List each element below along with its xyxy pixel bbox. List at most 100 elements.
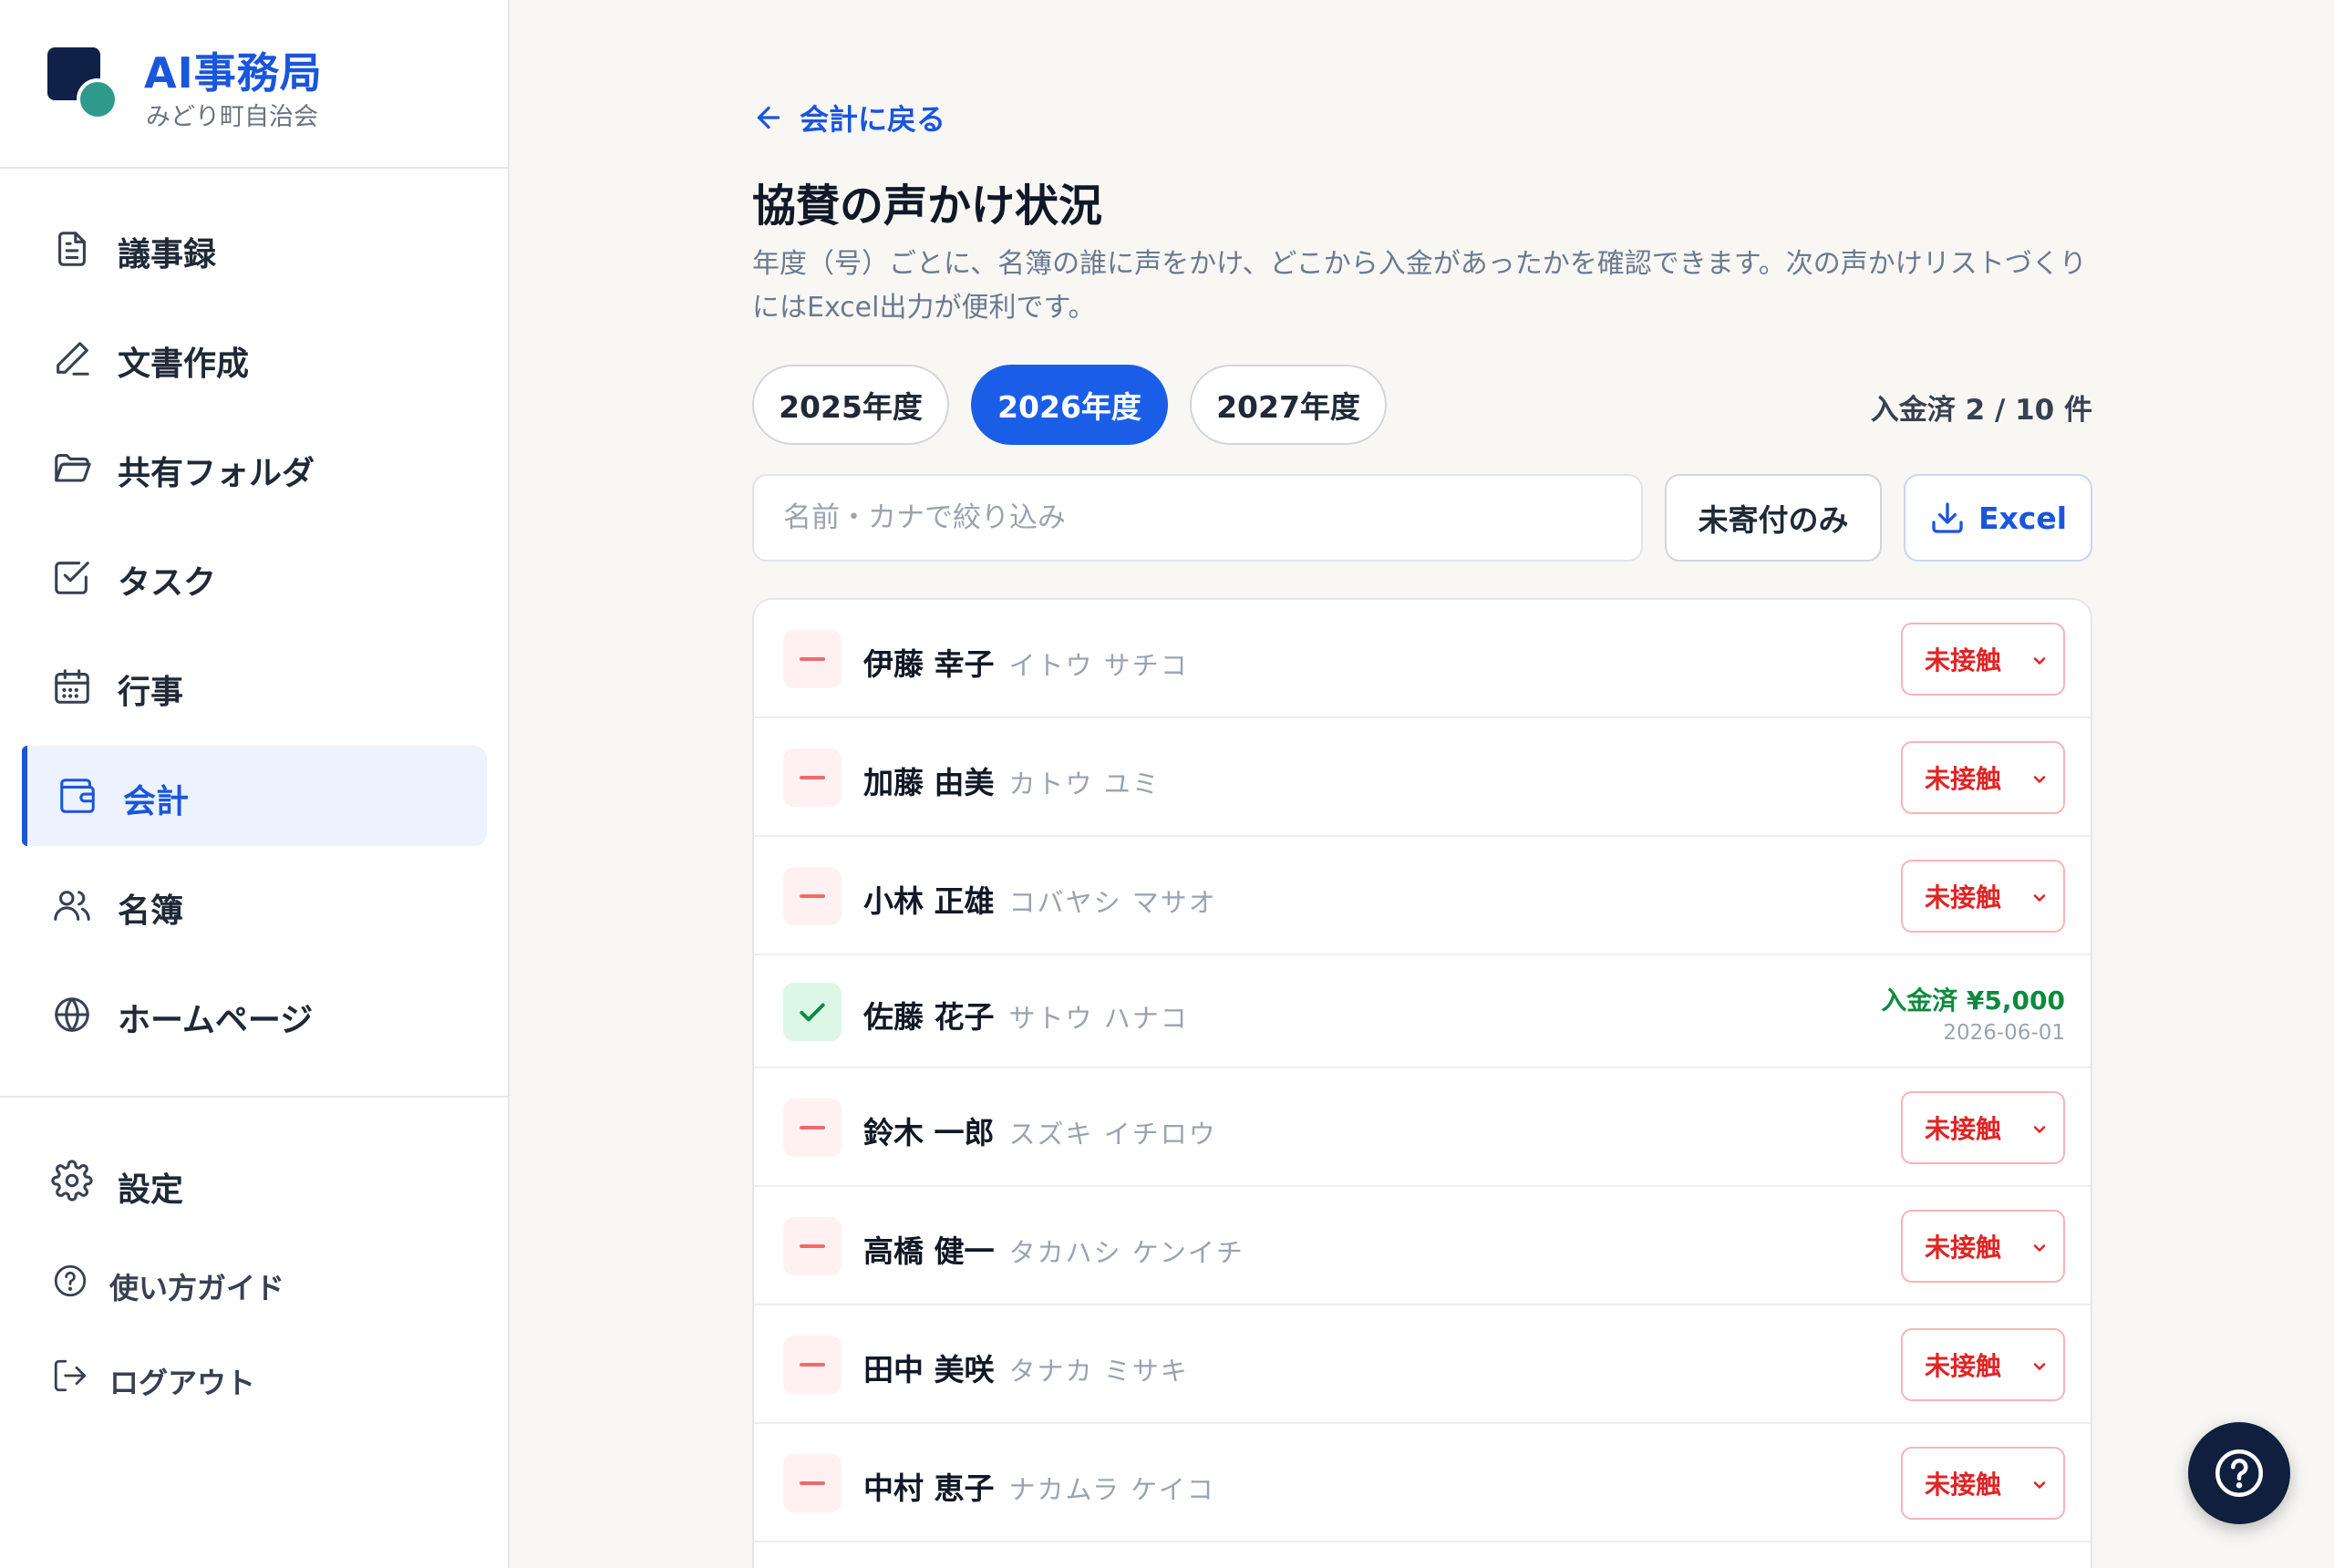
help-circle-icon	[54, 1264, 87, 1297]
member-kana: スズキ イチロウ	[1008, 1119, 1217, 1150]
sidebar-item-minutes[interactable]: 議事録	[22, 199, 487, 299]
list-item: 加藤 由美 カトウ ユミ 未接触	[754, 718, 2091, 837]
not-contacted-icon	[783, 1099, 842, 1157]
search-input[interactable]	[752, 474, 1643, 562]
member-name: 田中 美咲	[863, 1352, 995, 1387]
member-name: 高橋 健一	[863, 1233, 995, 1269]
list-item: 鈴木 一郎 スズキ イチロウ 未接触	[754, 1068, 2091, 1187]
paid-count: 入金済 2 / 10 件	[1870, 394, 2092, 427]
chevron-down-icon	[2033, 1126, 2046, 1133]
chevron-down-icon	[2033, 1363, 2046, 1370]
status-select[interactable]: 未接触	[1901, 1210, 2065, 1283]
paid-date: 2026-06-01	[1943, 1021, 2065, 1045]
member-kana: タカハシ ケンイチ	[1008, 1237, 1244, 1268]
sidebar-item-accounting[interactable]: 会計	[22, 746, 487, 846]
sidebar-item-label: タスク	[118, 564, 217, 602]
sidebar-item-events[interactable]: 行事	[22, 636, 487, 737]
users-icon	[54, 891, 90, 921]
not-contacted-icon	[783, 1217, 842, 1275]
document-icon	[58, 232, 86, 266]
app-title: AI事務局	[144, 48, 323, 98]
sponsor-list: 伊藤 幸子 イトウ サチコ 未接触 加藤 由美 カトウ ユミ 未接触 小林 正雄 コバ…	[752, 598, 2092, 1568]
question-icon	[2215, 1449, 2263, 1497]
chevron-down-icon	[2033, 657, 2046, 665]
member-name: 中村 恵子	[863, 1470, 995, 1506]
member-name: 鈴木 一郎	[863, 1115, 995, 1150]
status-select-value: 未接触	[1925, 1351, 2002, 1381]
status-select-value: 未接触	[1925, 764, 2002, 794]
sidebar-item-tasks[interactable]: タスク	[22, 527, 487, 627]
status-select[interactable]: 未接触	[1901, 623, 2065, 696]
sidebar-item-label: 使い方ガイド	[109, 1271, 285, 1305]
sidebar-item-label: 共有フォルダ	[118, 455, 315, 492]
not-contacted-icon	[783, 1454, 842, 1512]
page-title: 協賛の声かけ状況	[752, 181, 1103, 232]
download-icon	[1932, 502, 1963, 533]
member-kana: ナカムラ ケイコ	[1008, 1474, 1215, 1505]
calendar-icon	[55, 669, 89, 704]
sidebar-item-label: 設定	[118, 1171, 184, 1209]
status-select[interactable]: 未接触	[1901, 860, 2065, 933]
page-description: 年度（号）ごとに、名簿の誰に声をかけ、どこから入金があったかを確認できます。次の…	[752, 248, 2087, 324]
list-item: 田中 美咲 タナカ ミサキ 未接触	[754, 1305, 2091, 1424]
sidebar-item-label: ログアウト	[109, 1366, 256, 1400]
sidebar-divider	[0, 1096, 508, 1098]
member-name: 佐藤 花子	[863, 999, 995, 1035]
app-logo	[47, 47, 120, 120]
member-name: 伊藤 幸子	[863, 646, 995, 682]
status-select[interactable]: 未接触	[1901, 1447, 2065, 1520]
status-select-value: 未接触	[1925, 645, 2002, 676]
not-contacted-icon	[783, 748, 842, 807]
member-name: 小林 正雄	[863, 883, 995, 919]
status-select-value: 未接触	[1925, 1470, 2002, 1500]
sidebar-item-guide[interactable]: 使い方ガイド	[22, 1240, 487, 1322]
list-item: 中村 恵子 ナカムラ ケイコ 未接触	[754, 1424, 2091, 1542]
status-select[interactable]: 未接触	[1901, 741, 2065, 814]
main-content: 会計に戻る 協賛の声かけ状況 年度（号）ごとに、名簿の誰に声をかけ、どこから入金…	[752, 0, 2092, 1568]
chevron-down-icon	[2033, 1244, 2046, 1252]
member-kana: カトウ ユミ	[1008, 769, 1161, 799]
tab-2026[interactable]: 2026年度	[971, 365, 1168, 445]
help-button[interactable]	[2188, 1422, 2290, 1524]
sidebar-item-label: ホームページ	[118, 1002, 314, 1039]
list-item: 伊藤 幸子 イトウ サチコ 未接触	[754, 600, 2091, 718]
sidebar-item-settings[interactable]: 設定	[22, 1140, 487, 1222]
sidebar-item-roster[interactable]: 名簿	[22, 855, 487, 955]
folder-icon	[55, 454, 91, 482]
excel-export-button[interactable]: Excel	[1904, 474, 2092, 562]
member-kana: サトウ ハナコ	[1008, 1003, 1189, 1034]
sidebar-item-homepage[interactable]: ホームページ	[22, 965, 487, 1065]
list-item: 佐藤 花子 サトウ ハナコ 入金済 ¥5,000 2026-06-01	[754, 955, 2091, 1068]
back-link[interactable]: 会計に戻る	[752, 97, 945, 139]
brand: AI事務局 みどり町自治会	[0, 0, 508, 169]
tab-2027[interactable]: 2027年度	[1190, 365, 1387, 445]
not-contacted-icon	[783, 867, 842, 925]
sidebar-item-logout[interactable]: ログアウト	[22, 1335, 487, 1417]
sidebar-item-label: 行事	[118, 674, 184, 711]
not-contacted-icon	[783, 1336, 842, 1394]
sidebar-item-documents[interactable]: 文書作成	[22, 308, 487, 408]
list-item: 高橋 健一 タカハシ ケンイチ 未接触	[754, 1187, 2091, 1305]
excel-export-label: Excel	[1978, 500, 2068, 536]
sidebar-item-label: 議事録	[118, 236, 217, 273]
tab-2025[interactable]: 2025年度	[752, 365, 949, 445]
paid-amount[interactable]: 入金済 ¥5,000	[1881, 981, 2065, 1017]
status-select-value: 未接触	[1925, 882, 2002, 913]
chevron-down-icon	[2033, 1481, 2046, 1489]
sidebar-item-label: 文書作成	[118, 346, 250, 383]
arrow-left-icon	[757, 106, 780, 129]
checkbox-icon	[55, 562, 89, 594]
back-link-label: 会計に戻る	[800, 102, 946, 137]
status-select[interactable]: 未接触	[1901, 1091, 2065, 1164]
unpaid-only-button[interactable]: 未寄付のみ	[1665, 474, 1882, 562]
chevron-down-icon	[2033, 894, 2046, 902]
sidebar-item-shared-folder[interactable]: 共有フォルダ	[22, 418, 487, 518]
status-select-value: 未接触	[1925, 1114, 2002, 1144]
globe-icon	[55, 997, 89, 1032]
wallet-icon	[60, 779, 95, 813]
organization-name: みどり町自治会	[146, 103, 318, 131]
status-select[interactable]: 未接触	[1901, 1328, 2065, 1401]
chevron-down-icon	[2033, 776, 2046, 783]
sidebar: AI事務局 みどり町自治会 議事録 文書作成 共有フォルダ タスク 行事 会計	[0, 0, 510, 1568]
paid-check-icon	[783, 983, 842, 1041]
